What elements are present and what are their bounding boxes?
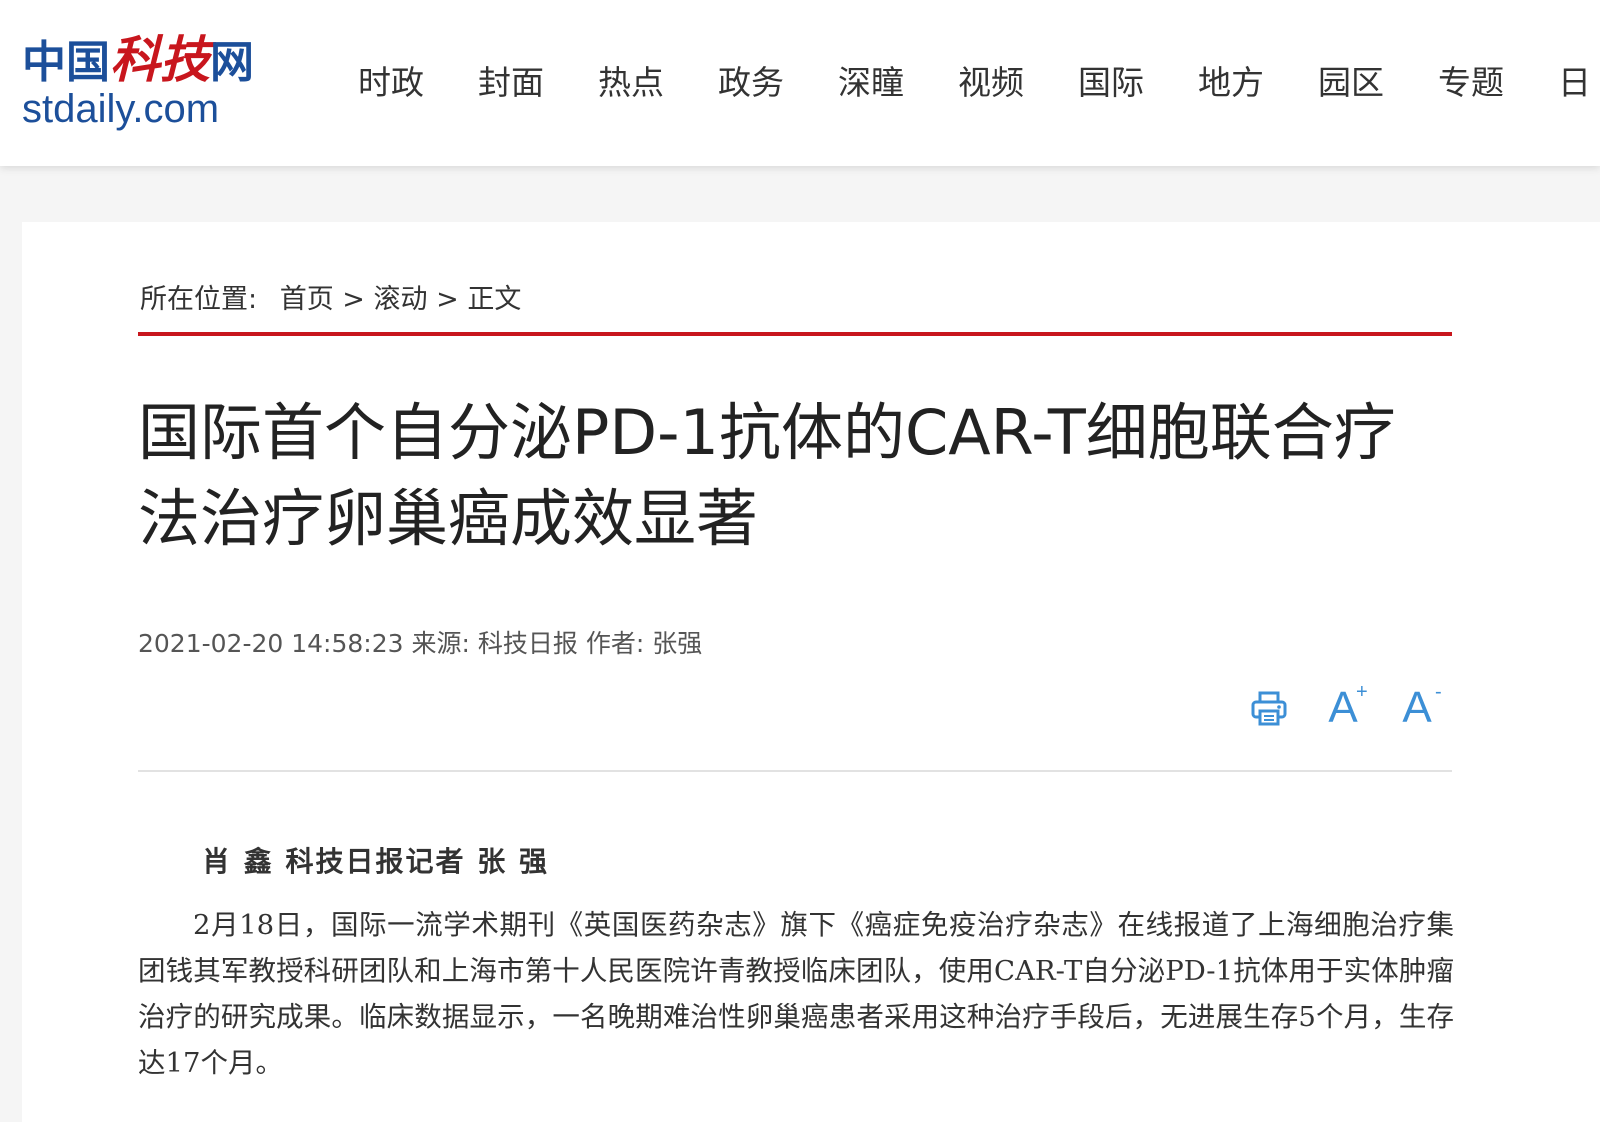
main-nav: 时政 封面 热点 政务 深瞳 视频 国际 地方 园区 专题 日	[358, 58, 1600, 108]
article-title: 国际首个自分泌PD-1抗体的CAR-T细胞联合疗法治疗卵巢癌成效显著	[138, 396, 1396, 555]
article-card: 所在位置: 首页 > 滚动 > 正文 国际首个自分泌PD-1抗体的CAR-T细胞…	[22, 222, 1600, 1122]
font-increase-icon: A +	[1328, 682, 1367, 732]
author-label: 作者:	[585, 629, 645, 658]
logo-english: stdaily.com	[22, 87, 220, 131]
font-increase-button[interactable]: A +	[1306, 678, 1380, 738]
breadcrumb-divider	[138, 332, 1452, 336]
font-decrease-glyph: A	[1402, 683, 1432, 732]
logo-cn-suffix: 网	[210, 37, 254, 88]
nav-item-zhuanti[interactable]: 专题	[1438, 58, 1558, 108]
font-decrease-icon: A-	[1402, 682, 1441, 732]
nav-item-shizheng[interactable]: 时政	[358, 58, 478, 108]
nav-item-shipin[interactable]: 视频	[958, 58, 1078, 108]
breadcrumb-label: 所在位置:	[140, 284, 258, 315]
nav-item-guoji[interactable]: 国际	[1078, 58, 1198, 108]
site-logo[interactable]: 中国科技网 stdaily.com	[20, 28, 260, 138]
article-datetime: 2021-02-20 14:58:23	[138, 629, 404, 658]
nav-item-shentong[interactable]: 深瞳	[838, 58, 958, 108]
printer-icon	[1251, 691, 1287, 726]
breadcrumb-separator: >	[342, 284, 365, 315]
print-button[interactable]	[1232, 678, 1306, 738]
breadcrumb: 所在位置: 首页 > 滚动 > 正文	[140, 282, 521, 318]
font-decrease-button[interactable]: A-	[1380, 678, 1454, 738]
article-source: 科技日报	[477, 629, 578, 658]
article-tools: A + A-	[1232, 678, 1454, 738]
nav-item-fengmian[interactable]: 封面	[478, 58, 598, 108]
breadcrumb-home[interactable]: 首页	[280, 284, 334, 315]
nav-item-difang[interactable]: 地方	[1198, 58, 1318, 108]
logo-chinese: 中国科技网	[22, 34, 254, 89]
meta-divider	[138, 770, 1452, 772]
breadcrumb-separator: >	[436, 284, 459, 315]
nav-item-yuanqu[interactable]: 园区	[1318, 58, 1438, 108]
nav-item-zhengwu[interactable]: 政务	[718, 58, 838, 108]
font-increase-mark: +	[1355, 681, 1368, 703]
site-header: 中国科技网 stdaily.com 时政 封面 热点 政务 深瞳 视频 国际 地…	[0, 0, 1600, 166]
article-author: 张强	[652, 629, 703, 658]
breadcrumb-scroll[interactable]: 滚动	[374, 284, 428, 315]
logo-cn-prefix: 中国	[22, 37, 110, 88]
article-meta: 2021-02-20 14:58:23 来源: 科技日报 作者: 张强	[138, 626, 702, 662]
font-decrease-mark: -	[1435, 681, 1442, 703]
font-increase-glyph: A	[1328, 683, 1358, 732]
article-paragraph: 2月18日，国际一流学术期刊《英国医药杂志》旗下《癌症免疫治疗杂志》在线报道了上…	[138, 909, 1454, 1079]
article-byline: 肖 鑫 科技日报记者 张 强	[202, 845, 549, 878]
nav-item-redian[interactable]: 热点	[598, 58, 718, 108]
nav-item-ri[interactable]: 日	[1558, 58, 1600, 108]
source-label: 来源:	[411, 629, 470, 658]
breadcrumb-current: 正文	[467, 284, 522, 315]
logo-cn-brand: 科技	[110, 30, 210, 89]
